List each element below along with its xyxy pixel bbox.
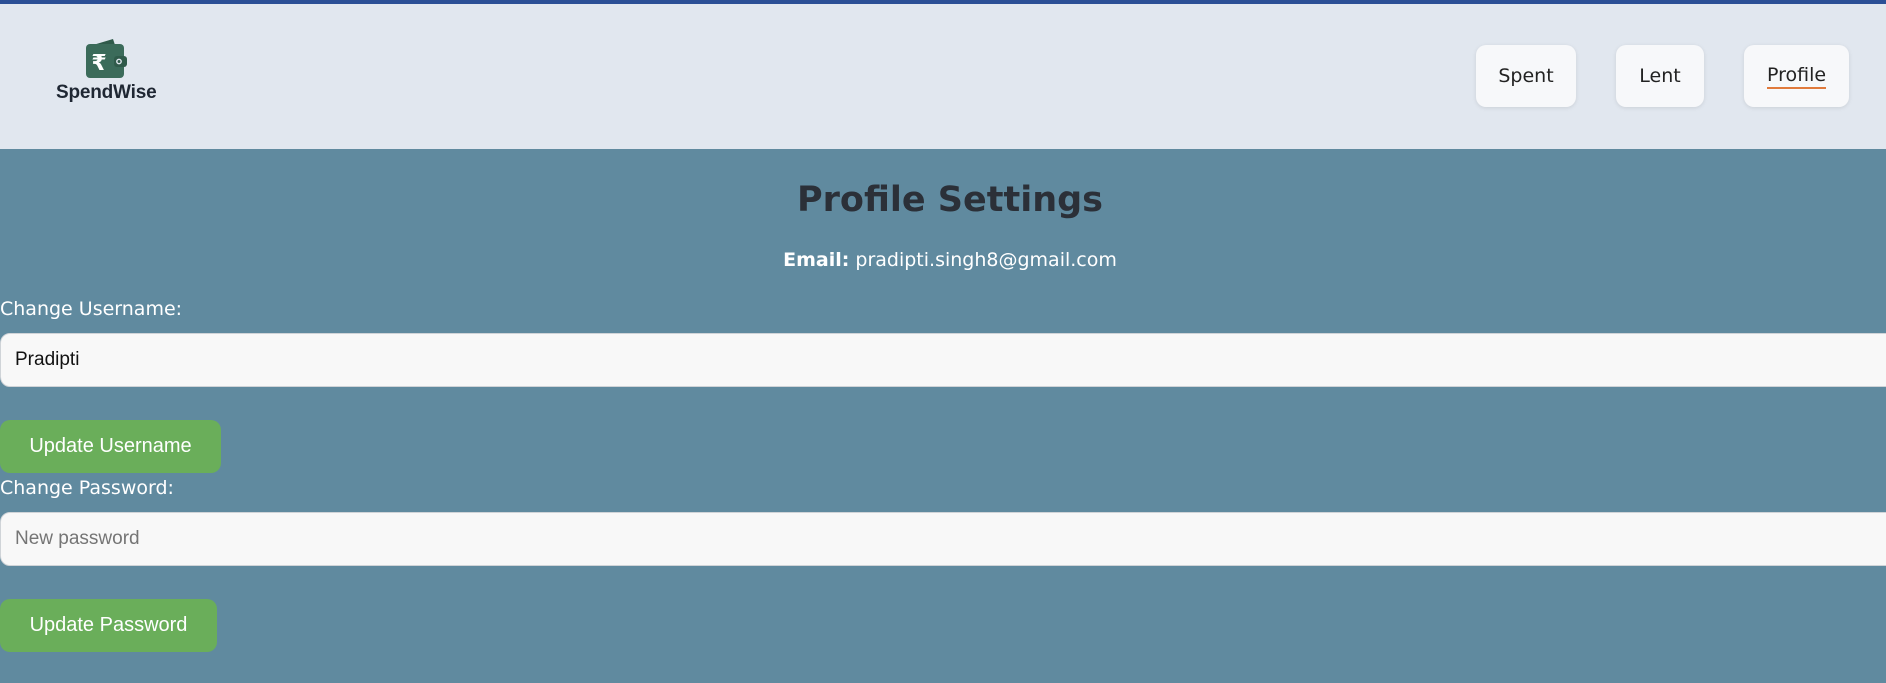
nav-lent-button[interactable]: Lent <box>1616 45 1704 107</box>
nav-profile-label: Profile <box>1766 64 1827 89</box>
change-username-label: Change Username: <box>0 298 183 320</box>
update-username-button[interactable]: Update Username <box>0 420 221 473</box>
nav-spent-button[interactable]: Spent <box>1476 45 1576 107</box>
nav-profile-button[interactable]: Profile <box>1744 45 1849 107</box>
app-header: ₹ SpendWise Spent Lent Profile <box>0 4 1886 149</box>
email-label: Email: <box>783 249 850 271</box>
wallet-rupee-icon: ₹ <box>86 39 127 78</box>
email-line: Email: pradipti.singh8@gmail.com <box>0 249 1886 271</box>
app-logo[interactable]: ₹ SpendWise <box>56 37 157 104</box>
change-password-label: Change Password: <box>0 477 174 499</box>
svg-text:₹: ₹ <box>91 51 106 76</box>
app-name: SpendWise <box>56 82 157 103</box>
update-password-button[interactable]: Update Password <box>0 599 217 652</box>
nav-lent-label: Lent <box>1639 65 1681 87</box>
nav-spent-label: Spent <box>1498 65 1554 87</box>
page-title: Profile Settings <box>796 180 1104 220</box>
new-password-input[interactable] <box>0 512 1886 566</box>
email-value: pradipti.singh8@gmail.com <box>855 249 1117 271</box>
username-input[interactable] <box>0 333 1886 387</box>
